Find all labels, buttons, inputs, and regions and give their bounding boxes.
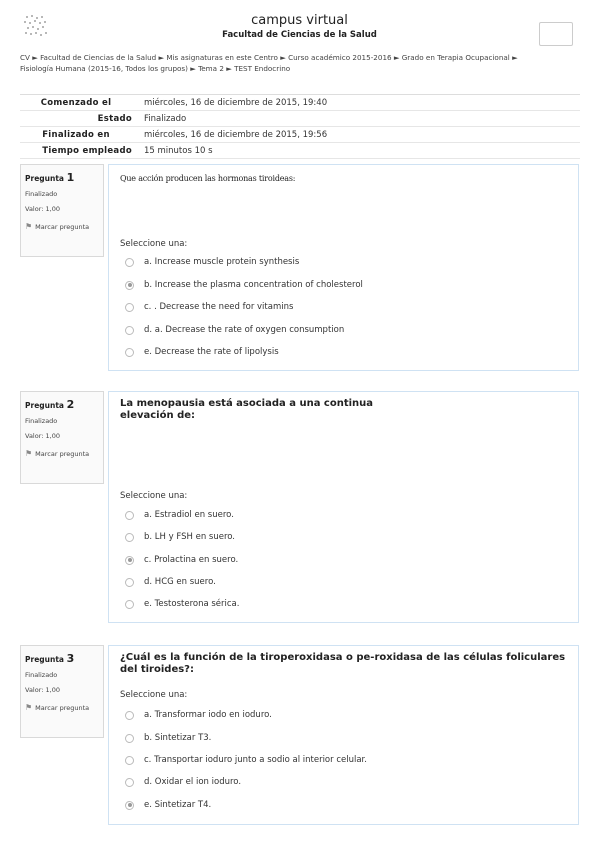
radio-button[interactable] [125,257,134,267]
summary-value: miércoles, 16 de diciembre de 2015, 19:5… [144,129,328,140]
radio-button[interactable] [125,532,134,542]
attempt-summary-table: Comenzado el miércoles, 16 de diciembre … [20,94,580,159]
radio-button[interactable] [125,302,134,312]
question-number-label: Pregunta 1 [25,171,75,184]
radio-button[interactable] [125,755,134,765]
answer-option[interactable]: d. HCG en suero. [125,577,216,587]
select-one-label: Seleccione una: [120,239,188,249]
flag-question-button[interactable]: ⚑ Marcar pregunta [25,222,99,232]
summary-value: Finalizado [144,113,187,124]
radio-button[interactable] [125,599,134,609]
summary-label: Tiempo empleado [42,145,132,156]
answer-option[interactable]: b. LH y FSH en suero. [125,532,235,542]
site-title: campus virtual [251,13,348,28]
answer-option[interactable]: a. Transformar iodo en ioduro. [125,710,272,720]
question-text: Que acción producen las hormonas tiroide… [120,174,296,183]
question-info-1: Pregunta 1 Finalizado Valor: 1,00 ⚑ Marca… [20,164,104,257]
answer-option[interactable]: a. Increase muscle protein synthesis [125,257,299,267]
answer-option[interactable]: b. Sintetizar T3. [125,733,211,743]
radio-button[interactable] [125,733,134,743]
header-user-box[interactable] [539,22,573,46]
question-box-3: ¿Cuál es la función de la tiroperoxidasa… [108,645,579,825]
breadcrumb-item-academic-year[interactable]: Curso académico 2015-2016 [288,53,392,62]
select-one-label: Seleccione una: [120,491,188,501]
site-subtitle: Facultad de Ciencias de la Salud [222,30,377,40]
answer-option[interactable]: a. Estradiol en suero. [125,510,234,520]
summary-row-started: Comenzado el miércoles, 16 de diciembre … [20,95,580,111]
breadcrumb: CV ► Facultad de Ciencias de la Salud ► … [20,53,518,73]
radio-button[interactable] [125,347,134,357]
breadcrumb-item-quiz[interactable]: TEST Endocrino [234,64,290,73]
flag-icon: ⚑ [25,222,33,231]
question-number-label: Pregunta 3 [25,652,75,665]
radio-button[interactable] [125,710,134,720]
question-text: ¿Cuál es la función de la tiroperoxidasa… [120,652,566,675]
question-box-2: La menopausia está asociada a una contin… [108,391,579,623]
flag-question-button[interactable]: ⚑ Marcar pregunta [25,703,99,713]
summary-label: Comenzado el [40,97,112,108]
answer-option[interactable]: b. Increase the plasma concentration of … [125,280,363,290]
question-info-2: Pregunta 2 Finalizado Valor: 1,00 ⚑ Marca… [20,391,104,484]
summary-row-finished: Finalizado en miércoles, 16 de diciembre… [20,127,580,143]
question-grade: Valor: 1,00 [25,686,60,694]
breadcrumb-item-topic[interactable]: Tema 2 [198,64,224,73]
question-grade: Valor: 1,00 [25,432,60,440]
flag-icon: ⚑ [25,703,33,712]
answer-option[interactable]: c. . Decrease the need for vitamins [125,302,293,312]
question-info-3: Pregunta 3 Finalizado Valor: 1,00 ⚑ Marca… [20,645,104,738]
summary-row-state: Estado Finalizado [20,111,580,127]
summary-value: 15 minutos 10 s [144,145,213,156]
flag-question-button[interactable]: ⚑ Marcar pregunta [25,449,99,459]
breadcrumb-item-faculty[interactable]: Facultad de Ciencias de la Salud [40,53,156,62]
question-state: Finalizado [25,417,58,425]
question-state: Finalizado [25,190,58,198]
answer-option[interactable]: e. Sintetizar T4. [125,800,211,810]
select-one-label: Seleccione una: [120,690,188,700]
answer-option[interactable]: d. Oxidar el ion ioduro. [125,777,241,787]
answer-option[interactable]: e. Decrease the rate of lipolysis [125,347,279,357]
summary-label: Finalizado en [42,129,110,140]
answer-option[interactable]: e. Testosterona sérica. [125,599,239,609]
question-number-label: Pregunta 2 [25,398,75,411]
answer-option[interactable]: d. a. Decrease the rate of oxygen consum… [125,325,344,335]
question-text: La menopausia está asociada a una contin… [120,398,374,421]
radio-button[interactable] [125,577,134,587]
question-box-1: Que acción producen las hormonas tiroide… [108,164,579,371]
answer-option[interactable]: c. Prolactina en suero. [125,555,238,565]
summary-row-time-taken: Tiempo empleado 15 minutos 10 s [20,143,580,159]
breadcrumb-item-degree[interactable]: Grado en Terapia Ocupacional [402,53,510,62]
question-grade: Valor: 1,00 [25,205,60,213]
breadcrumb-item-course[interactable]: Fisiología Humana (2015-16, Todos los gr… [20,64,188,73]
radio-button[interactable] [125,800,134,810]
summary-label: Estado [97,113,132,124]
radio-button[interactable] [125,280,134,290]
radio-button[interactable] [125,325,134,335]
radio-button[interactable] [125,555,134,565]
answer-option[interactable]: c. Transportar ioduro junto a sodio al i… [125,755,367,765]
flag-icon: ⚑ [25,449,33,458]
summary-value: miércoles, 16 de diciembre de 2015, 19:4… [144,97,328,108]
breadcrumb-item-my-courses[interactable]: Mis asignaturas en este Centro [166,53,278,62]
radio-button[interactable] [125,510,134,520]
question-state: Finalizado [25,671,58,679]
radio-button[interactable] [125,777,134,787]
breadcrumb-item-cv[interactable]: CV [20,53,30,62]
